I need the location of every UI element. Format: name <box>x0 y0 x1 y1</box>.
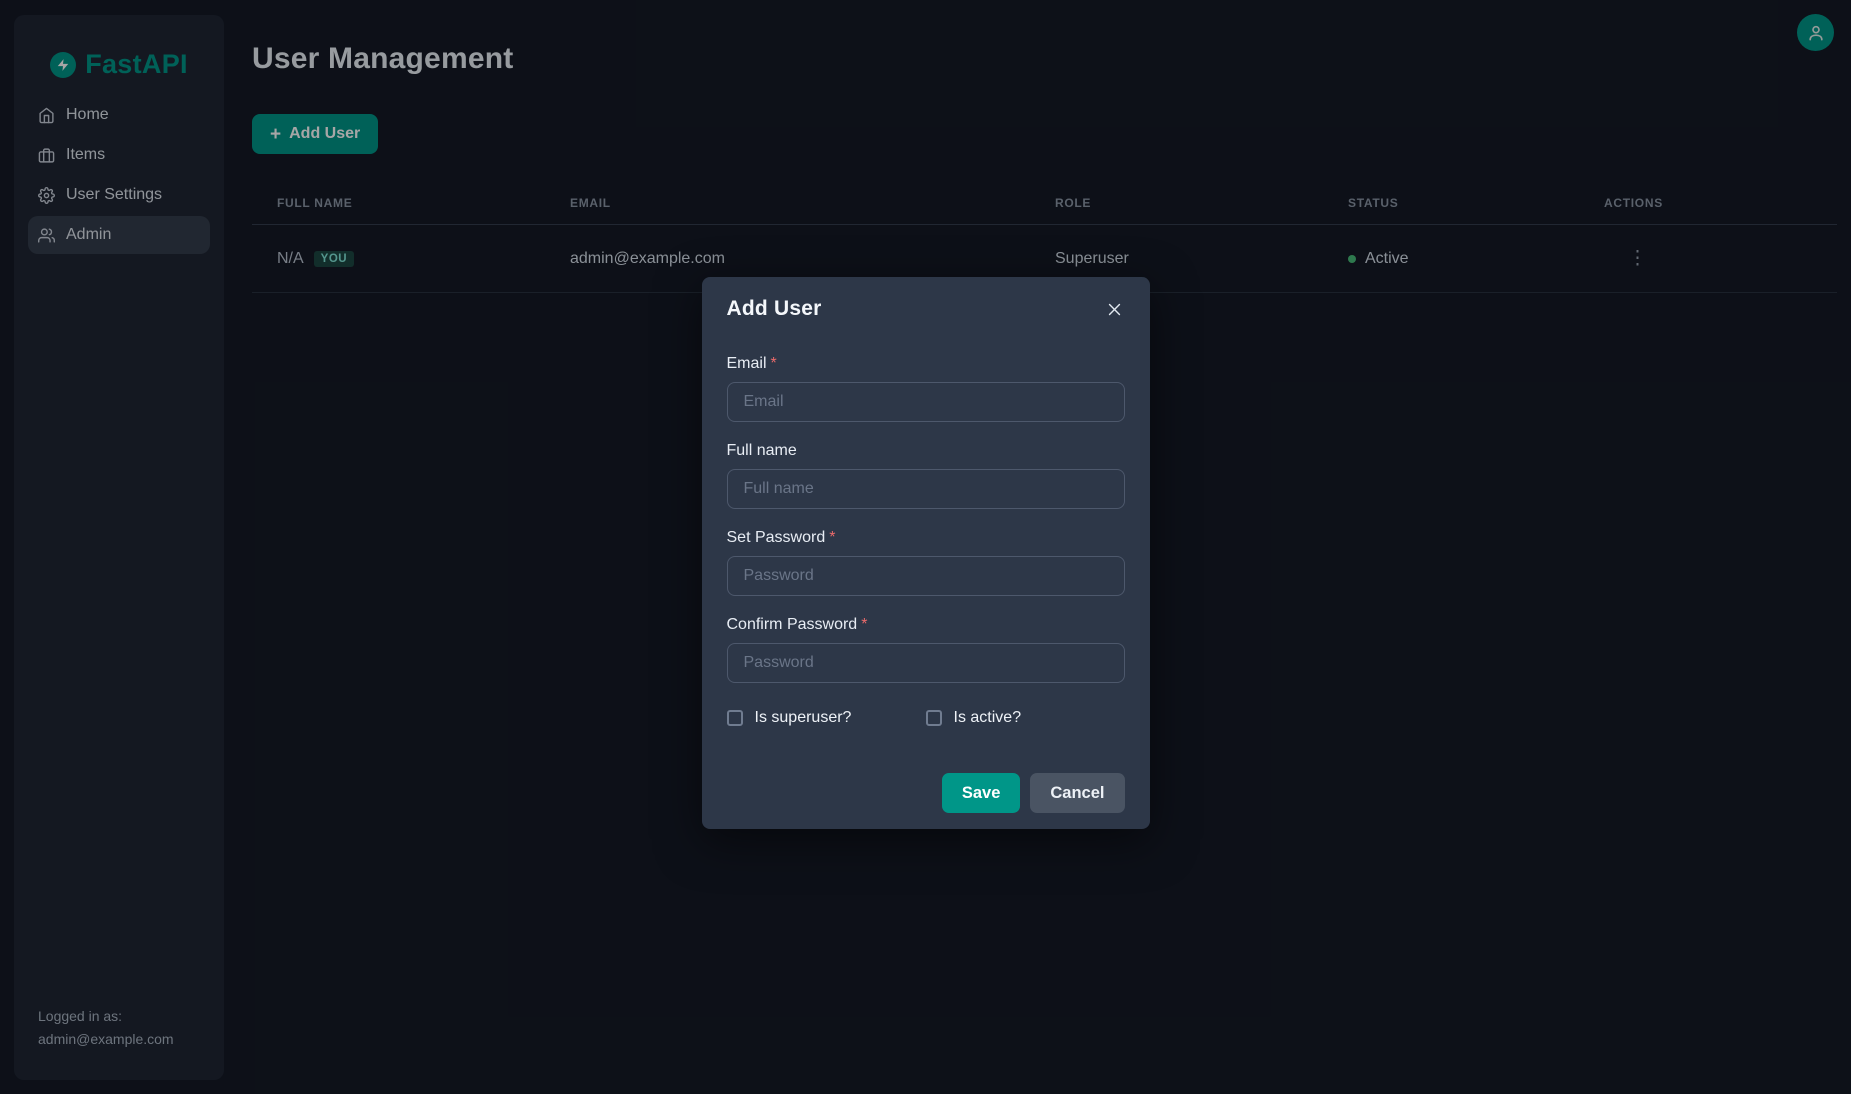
set-password-label-text: Set Password <box>727 529 826 546</box>
full-name-label-text: Full name <box>727 442 797 459</box>
email-field[interactable] <box>727 382 1125 422</box>
confirm-password-field[interactable] <box>727 643 1125 683</box>
checkbox-row: Is superuser? Is active? <box>727 709 1125 727</box>
confirm-password-field-label: Confirm Password* <box>727 616 1125 634</box>
required-asterisk: * <box>861 616 867 633</box>
is-active-checkbox[interactable] <box>926 710 942 726</box>
modal-footer: Save Cancel <box>727 773 1125 813</box>
email-label-text: Email <box>727 355 767 372</box>
email-field-group: Email* <box>727 355 1125 422</box>
set-password-field-group: Set Password* <box>727 529 1125 596</box>
modal-title: Add User <box>727 297 822 321</box>
set-password-field[interactable] <box>727 556 1125 596</box>
required-asterisk: * <box>829 529 835 546</box>
is-superuser-checkbox-item: Is superuser? <box>727 709 926 727</box>
full-name-field[interactable] <box>727 469 1125 509</box>
cancel-button[interactable]: Cancel <box>1030 773 1124 813</box>
is-active-label: Is active? <box>954 709 1022 727</box>
email-field-label: Email* <box>727 355 1125 373</box>
full-name-field-group: Full name <box>727 442 1125 509</box>
is-superuser-label: Is superuser? <box>755 709 852 727</box>
is-active-checkbox-item: Is active? <box>926 709 1125 727</box>
add-user-modal: Add User Email* Full name Set Password* … <box>702 277 1150 829</box>
close-icon[interactable] <box>1104 299 1125 320</box>
full-name-field-label: Full name <box>727 442 1125 460</box>
confirm-password-field-group: Confirm Password* <box>727 616 1125 683</box>
set-password-field-label: Set Password* <box>727 529 1125 547</box>
confirm-password-label-text: Confirm Password <box>727 616 858 633</box>
modal-header: Add User <box>727 297 1125 321</box>
required-asterisk: * <box>771 355 777 372</box>
is-superuser-checkbox[interactable] <box>727 710 743 726</box>
save-button[interactable]: Save <box>942 773 1021 813</box>
